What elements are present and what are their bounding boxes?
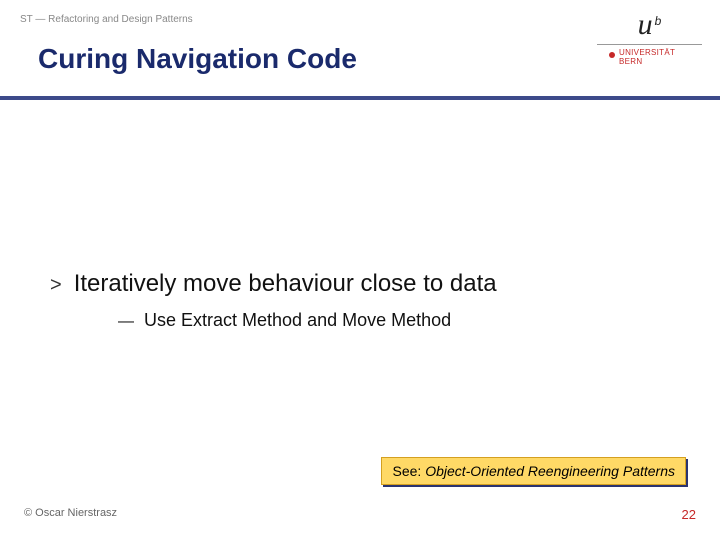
- main-bullet-text: Iteratively move behaviour close to data: [74, 270, 497, 298]
- slide-header: ST — Refactoring and Design Patterns Cur…: [0, 0, 720, 100]
- copyright-text: © Oscar Nierstrasz: [24, 507, 117, 522]
- red-dot-icon: [609, 52, 615, 58]
- logo-divider: [597, 44, 702, 45]
- sub-bullet-text: Use Extract Method and Move Method: [144, 310, 451, 331]
- reference-title: Object-Oriented Reengineering Patterns: [425, 463, 675, 479]
- logo-b-icon: b: [655, 14, 662, 28]
- sub-bullet-row: — Use Extract Method and Move Method: [50, 298, 680, 331]
- main-bullet-marker: >: [50, 274, 62, 297]
- logo-letters: u b: [597, 8, 702, 42]
- reference-prefix: See:: [392, 463, 425, 479]
- university-name-line2: BERN: [597, 58, 702, 67]
- main-bullet-row: > Iteratively move behaviour close to da…: [50, 270, 680, 298]
- sub-bullet-marker: —: [118, 313, 134, 331]
- logo-u-icon: u: [638, 8, 653, 42]
- university-logo: u b UNIVERSITÄT BERN: [597, 8, 702, 67]
- slide-footer: © Oscar Nierstrasz 22: [0, 507, 720, 522]
- reference-callout: See: Object-Oriented Reengineering Patte…: [381, 457, 686, 485]
- page-number: 22: [682, 507, 696, 522]
- slide-content: > Iteratively move behaviour close to da…: [0, 100, 720, 331]
